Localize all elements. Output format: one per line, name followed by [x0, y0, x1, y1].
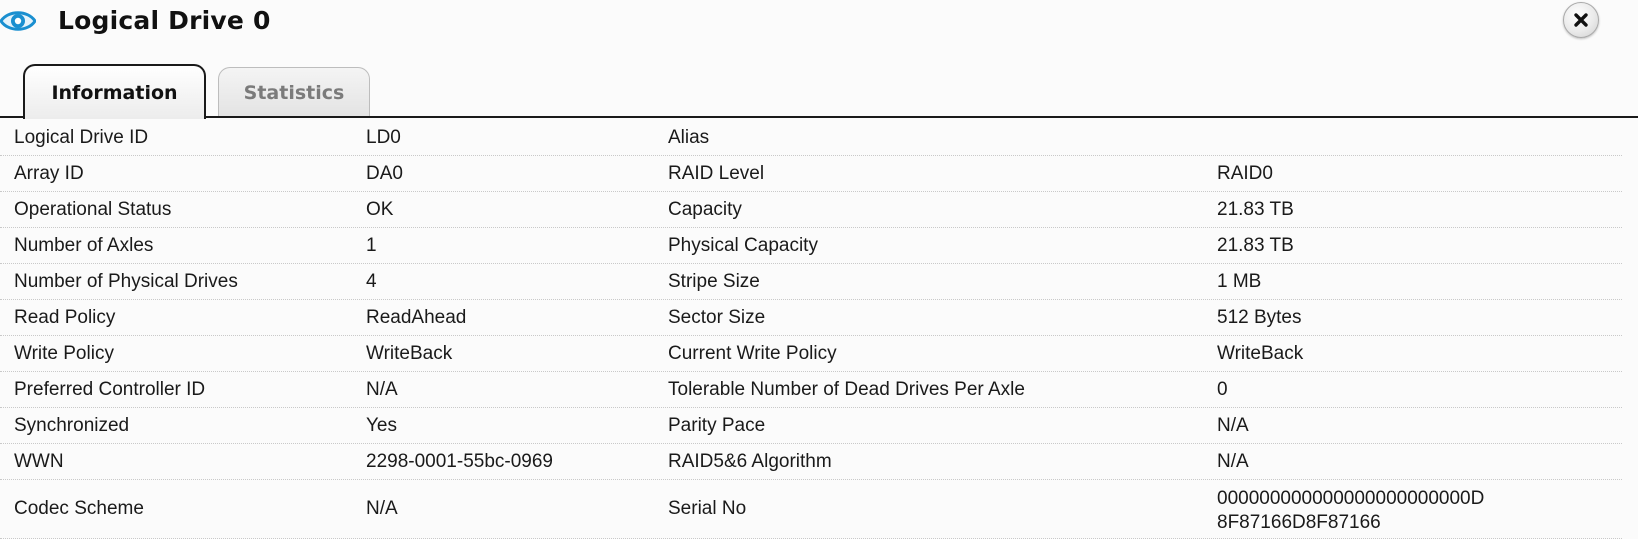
field-value: 21.83 TB: [1217, 198, 1294, 220]
serial-line-1: 000000000000000000000000D: [1217, 488, 1485, 509]
field-label: Serial No: [668, 498, 747, 519]
field-value: 1 MB: [1217, 270, 1262, 292]
field-value: OK: [366, 198, 394, 220]
table-row: Synchronized Yes Parity Pace N/A: [0, 408, 1622, 444]
field-value: N/A: [366, 498, 398, 519]
field-value: LD0: [366, 126, 401, 148]
table-row: Preferred Controller ID N/A Tolerable Nu…: [0, 372, 1622, 408]
field-value: [1217, 120, 1617, 155]
field-value: RAID0: [1217, 162, 1273, 184]
field-label: Codec Scheme: [14, 498, 144, 519]
close-button[interactable]: [1563, 2, 1599, 38]
field-label: Physical Capacity: [668, 234, 818, 256]
dialog-header: Logical Drive 0: [0, 0, 1638, 46]
table-row: Number of Physical Drives 4 Stripe Size …: [0, 264, 1622, 300]
table-row: Number of Axles 1 Physical Capacity 21.8…: [0, 228, 1622, 264]
table-row: Read Policy ReadAhead Sector Size 512 By…: [0, 300, 1622, 336]
field-label: Operational Status: [14, 198, 172, 220]
tab-information[interactable]: Information: [23, 64, 206, 119]
field-value: WriteBack: [1217, 342, 1304, 364]
field-value: WriteBack: [366, 342, 453, 364]
table-row: Array ID DA0 RAID Level RAID0: [0, 156, 1622, 192]
close-icon: [1574, 13, 1588, 27]
field-label: Tolerable Number of Dead Drives Per Axle: [668, 378, 1025, 400]
field-label: Array ID: [14, 162, 84, 184]
field-label: Current Write Policy: [668, 342, 837, 364]
table-row: Operational Status OK Capacity 21.83 TB: [0, 192, 1622, 228]
field-value: 1: [366, 234, 377, 256]
field-label: Number of Physical Drives: [14, 270, 238, 292]
eye-icon: [0, 11, 36, 31]
serial-number-value: 000000000000000000000000D 8F87166D8F8716…: [1217, 480, 1617, 538]
field-value: 512 Bytes: [1217, 306, 1302, 328]
table-row: Codec Scheme N/A Serial No 0000000000000…: [0, 480, 1622, 539]
field-label: Write Policy: [14, 342, 114, 364]
field-value: DA0: [366, 162, 403, 184]
field-label: Sector Size: [668, 306, 766, 328]
field-value: 4: [366, 270, 377, 292]
field-label: Parity Pace: [668, 414, 766, 436]
field-value: N/A: [1217, 450, 1249, 472]
field-label: Read Policy: [14, 306, 116, 328]
field-label: RAID5&6 Algorithm: [668, 450, 832, 472]
dialog-title: Logical Drive 0: [58, 6, 271, 35]
tab-underline: [0, 116, 1638, 118]
table-row: Write Policy WriteBack Current Write Pol…: [0, 336, 1622, 372]
field-value: 2298-0001-55bc-0969: [366, 450, 553, 472]
field-label: Number of Axles: [14, 234, 154, 256]
table-row: Logical Drive ID LD0 Alias: [0, 120, 1622, 156]
table-row: WWN 2298-0001-55bc-0969 RAID5&6 Algorith…: [0, 444, 1622, 480]
info-table: Logical Drive ID LD0 Alias Array ID DA0 …: [0, 120, 1622, 539]
tab-bar: Information Statistics: [0, 64, 1638, 119]
field-value: N/A: [1217, 414, 1249, 436]
field-label: WWN: [14, 450, 64, 472]
field-value: N/A: [366, 378, 398, 400]
field-value: 0: [1217, 378, 1228, 400]
field-value: Yes: [366, 414, 397, 436]
field-value: ReadAhead: [366, 306, 467, 328]
field-label: Alias: [668, 126, 710, 148]
field-value: 21.83 TB: [1217, 234, 1294, 256]
serial-line-2: 8F87166D8F87166: [1217, 512, 1381, 533]
field-label: Synchronized: [14, 414, 130, 436]
field-label: Logical Drive ID: [14, 126, 149, 148]
field-label: Capacity: [668, 198, 742, 220]
field-label: Stripe Size: [668, 270, 760, 292]
tab-statistics[interactable]: Statistics: [218, 67, 370, 118]
field-label: RAID Level: [668, 162, 765, 184]
field-label: Preferred Controller ID: [14, 378, 206, 400]
